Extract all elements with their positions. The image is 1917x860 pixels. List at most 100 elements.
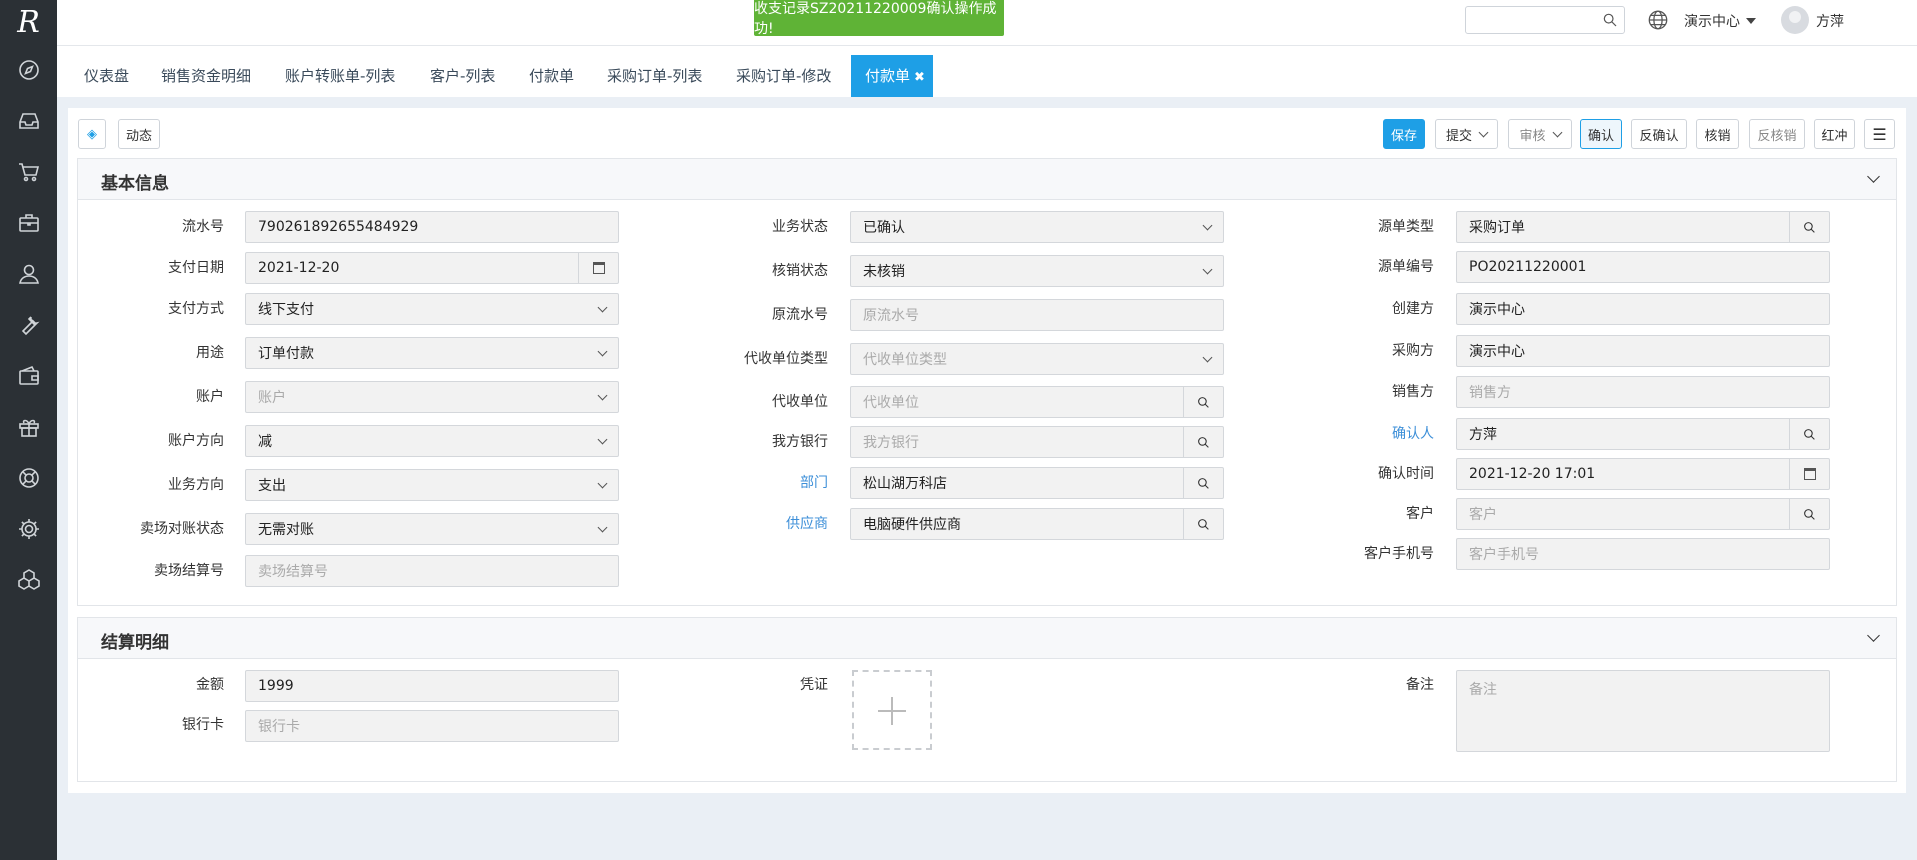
business-direction-select[interactable]: 支出 <box>245 469 619 501</box>
confirm-button[interactable]: 确认 <box>1580 119 1622 149</box>
collector-field[interactable]: 代收单位 <box>850 386 1224 418</box>
basic-info-panel: 基本信息 流水号 790261892655484929 支付日期 2021-12… <box>77 158 1897 606</box>
settle-no-field[interactable]: 卖场结算号 <box>245 555 619 587</box>
tab-dashboard[interactable]: 仪表盘 <box>84 55 129 97</box>
gear-icon[interactable] <box>0 503 57 554</box>
basic-info-header[interactable]: 基本信息 <box>78 159 1896 200</box>
amount-label: 金额 <box>196 677 224 693</box>
activity-button[interactable]: 动态 <box>118 119 160 149</box>
collector-type-select[interactable]: 代收单位类型 <box>850 343 1224 375</box>
caret-down-icon <box>1746 18 1756 24</box>
writeoff-status-select[interactable]: 未核销 <box>850 255 1224 287</box>
tab-customer-list[interactable]: 客户-列表 <box>430 55 495 97</box>
source-type-field[interactable]: 采购订单 <box>1456 211 1830 243</box>
upload-plus-icon[interactable] <box>852 670 932 750</box>
serial-no-field[interactable]: 790261892655484929 <box>245 211 619 243</box>
confirmer-label[interactable]: 确认人 <box>1318 423 1434 443</box>
menu-icon[interactable]: ☰ <box>1864 119 1895 149</box>
collapse-chevron-icon[interactable] <box>1867 170 1880 183</box>
seller-label: 销售方 <box>1392 384 1434 400</box>
audit-button[interactable]: 审核 <box>1508 119 1572 149</box>
original-serial-label: 原流水号 <box>772 307 828 323</box>
user-name[interactable]: 方萍 <box>1816 11 1844 31</box>
wallet-icon[interactable] <box>0 350 57 401</box>
writeoff-status-label: 核销状态 <box>772 263 828 279</box>
collector-type-label: 代收单位类型 <box>744 351 828 367</box>
unwriteoff-button[interactable]: 反核销 <box>1749 119 1805 149</box>
tag-button[interactable]: ◈ <box>78 119 106 149</box>
search-icon[interactable] <box>1183 468 1223 498</box>
original-serial-field[interactable]: 原流水号 <box>850 299 1224 331</box>
tab-bar: 仪表盘 销售资金明细 账户转账单-列表 客户-列表 付款单 采购订单-列表 采购… <box>57 46 1917 97</box>
collapse-chevron-icon[interactable] <box>1867 629 1880 642</box>
inbox-icon[interactable] <box>0 95 57 146</box>
user-icon[interactable] <box>0 248 57 299</box>
amount-field[interactable]: 1999 <box>245 670 619 702</box>
reconcile-status-select[interactable]: 无需对账 <box>245 513 619 545</box>
avatar[interactable] <box>1781 6 1809 34</box>
seller-field[interactable]: 销售方 <box>1456 376 1830 408</box>
purpose-select[interactable]: 订单付款 <box>245 337 619 369</box>
voucher-label: 凭证 <box>800 677 828 693</box>
purchaser-field[interactable]: 演示中心 <box>1456 335 1830 367</box>
tab-label: 付款单 <box>865 67 911 85</box>
cubes-icon[interactable] <box>0 554 57 605</box>
department-field[interactable]: 松山湖万科店 <box>850 467 1224 499</box>
search-icon[interactable] <box>1789 212 1829 242</box>
customer-phone-field[interactable]: 客户手机号 <box>1456 538 1830 570</box>
briefcase-icon[interactable] <box>0 197 57 248</box>
red-flush-button[interactable]: 红冲 <box>1814 119 1855 149</box>
confirmer-field[interactable]: 方萍 <box>1456 418 1830 450</box>
calendar-icon[interactable] <box>1789 459 1829 489</box>
unconfirm-button[interactable]: 反确认 <box>1631 119 1687 149</box>
save-button[interactable]: 保存 <box>1383 119 1425 149</box>
calendar-icon[interactable] <box>578 253 618 283</box>
sidebar: R <box>0 0 57 860</box>
tab-account-transfer-list[interactable]: 账户转账单-列表 <box>285 55 395 97</box>
settlement-panel: 结算明细 金额 1999 银行卡 银行卡 凭证 备注 备注 <box>77 617 1897 782</box>
settlement-header[interactable]: 结算明细 <box>78 618 1896 659</box>
tag-icon: ◈ <box>87 126 97 142</box>
globe-icon[interactable] <box>1647 9 1669 31</box>
submit-button[interactable]: 提交 <box>1435 119 1498 149</box>
search-icon[interactable] <box>1183 427 1223 457</box>
source-no-field[interactable]: PO20211220001 <box>1456 251 1830 283</box>
department-label[interactable]: 部门 <box>718 472 828 492</box>
search-icon[interactable] <box>1789 419 1829 449</box>
tab-purchase-order-edit[interactable]: 采购订单-修改 <box>736 55 831 97</box>
reconcile-status-label: 卖场对账状态 <box>140 521 224 537</box>
business-status-select[interactable]: 已确认 <box>850 211 1224 243</box>
our-bank-field[interactable]: 我方银行 <box>850 426 1224 458</box>
search-icon[interactable] <box>1183 509 1223 539</box>
customer-phone-label: 客户手机号 <box>1364 546 1434 562</box>
app-logo[interactable]: R <box>0 0 57 44</box>
close-icon[interactable]: ✖ <box>914 70 925 85</box>
search-icon[interactable] <box>1183 387 1223 417</box>
lifebuoy-icon[interactable] <box>0 452 57 503</box>
account-select[interactable]: 账户 <box>245 381 619 413</box>
supplier-field[interactable]: 电脑硬件供应商 <box>850 508 1224 540</box>
tab-purchase-order-list[interactable]: 采购订单-列表 <box>607 55 702 97</box>
search-input[interactable] <box>1465 6 1625 34</box>
chevron-down-icon <box>1552 127 1562 137</box>
gift-icon[interactable] <box>0 401 57 452</box>
tab-payment[interactable]: 付款单 <box>529 55 574 97</box>
pay-method-select[interactable]: 线下支付 <box>245 293 619 325</box>
search-icon[interactable] <box>1789 499 1829 529</box>
confirm-time-field[interactable]: 2021-12-20 17:01 <box>1456 458 1830 490</box>
creator-field[interactable]: 演示中心 <box>1456 293 1830 325</box>
org-switcher[interactable]: 演示中心 <box>1684 11 1756 31</box>
cart-icon[interactable] <box>0 146 57 197</box>
customer-field[interactable]: 客户 <box>1456 498 1830 530</box>
account-direction-select[interactable]: 减 <box>245 425 619 457</box>
supplier-label[interactable]: 供应商 <box>718 513 828 533</box>
compass-icon[interactable] <box>0 44 57 95</box>
wrench-icon[interactable] <box>0 299 57 350</box>
pay-date-field[interactable]: 2021-12-20 <box>245 252 619 284</box>
writeoff-button[interactable]: 核销 <box>1696 119 1739 149</box>
tab-sales-funds[interactable]: 销售资金明细 <box>161 55 251 97</box>
search-icon[interactable] <box>1602 12 1618 28</box>
bankcard-field[interactable]: 银行卡 <box>245 710 619 742</box>
remark-textarea[interactable]: 备注 <box>1456 670 1830 752</box>
tab-payment-active[interactable]: 付款单 ✖ <box>851 55 933 97</box>
